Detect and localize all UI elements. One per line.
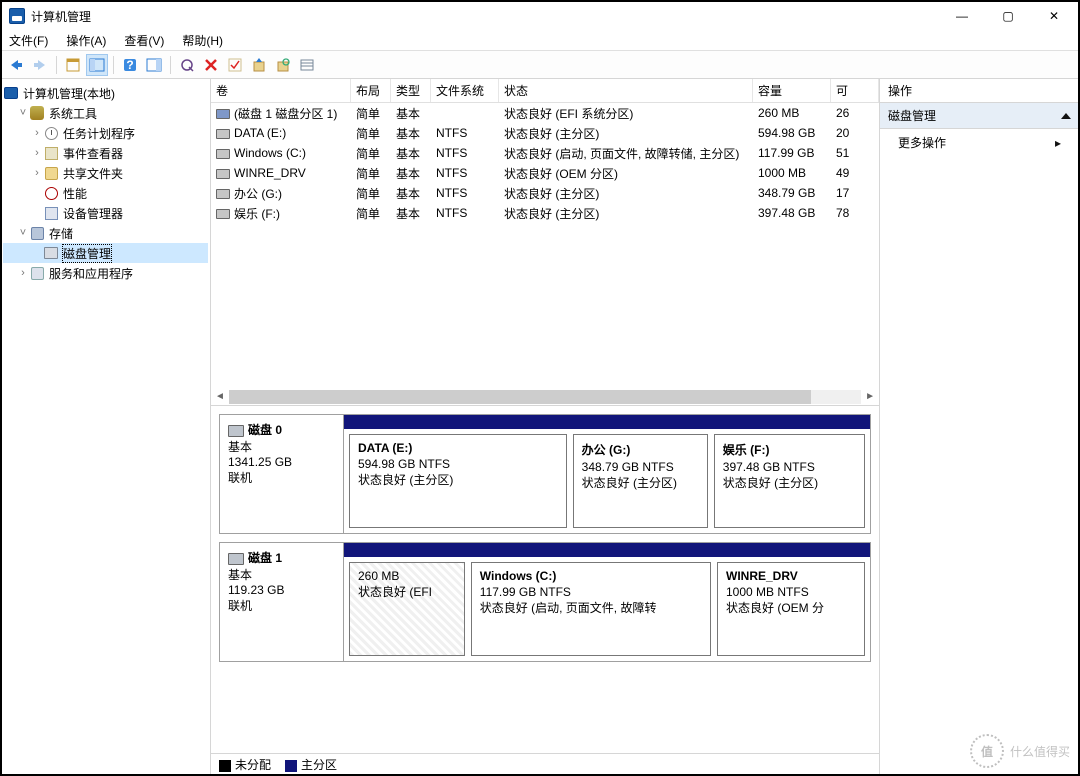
- toolbar: ?: [1, 51, 1079, 79]
- menu-action[interactable]: 操作(A): [64, 31, 108, 50]
- actions-header: 操作: [880, 79, 1079, 103]
- volume-list: 卷 布局 类型 文件系统 状态 容量 可 (磁盘 1 磁盘分区 1)简单基本状态…: [211, 79, 879, 406]
- expand-icon[interactable]: ›: [31, 167, 43, 179]
- tree-root[interactable]: 计算机管理(本地): [3, 83, 208, 103]
- watermark: 值什么值得买: [970, 734, 1070, 768]
- partition-cell[interactable]: 办公 (G:)348.79 GB NTFS状态良好 (主分区): [573, 434, 708, 528]
- volume-icon: [216, 129, 230, 139]
- collapse-icon[interactable]: ˅: [17, 227, 29, 239]
- collapse-icon: [1061, 113, 1071, 119]
- action-1-button[interactable]: [176, 54, 198, 76]
- col-capacity: 容量: [753, 79, 831, 102]
- check-button[interactable]: [224, 54, 246, 76]
- disk-icon: [228, 553, 244, 565]
- close-button[interactable]: ✕: [1031, 1, 1077, 31]
- tree-performance[interactable]: 性能: [3, 183, 208, 203]
- tree-shared-folders[interactable]: ›共享文件夹: [3, 163, 208, 183]
- volume-icon: [216, 109, 230, 119]
- scroll-right-icon[interactable]: ►: [865, 391, 875, 402]
- volume-icon: [216, 209, 230, 219]
- disk-icon: [228, 425, 244, 437]
- volume-row[interactable]: Windows (C:)简单基本NTFS状态良好 (启动, 页面文件, 故障转储…: [211, 143, 879, 163]
- disk-info: 磁盘 0基本1341.25 GB联机: [220, 415, 344, 533]
- tree-device-manager[interactable]: 设备管理器: [3, 203, 208, 223]
- nav-back-button[interactable]: [5, 54, 27, 76]
- tree-task-scheduler[interactable]: ›任务计划程序: [3, 123, 208, 143]
- show-hide-tree-button[interactable]: [62, 54, 84, 76]
- minimize-button[interactable]: —: [939, 1, 985, 31]
- actions-more[interactable]: 更多操作▸: [880, 129, 1079, 156]
- settings-mode-button[interactable]: [143, 54, 165, 76]
- actions-pane: 操作 磁盘管理 更多操作▸: [879, 79, 1079, 775]
- legend-unallocated-swatch: [219, 760, 231, 772]
- legend-unallocated-label: 未分配: [235, 758, 271, 772]
- col-volume: 卷: [211, 79, 351, 102]
- action-2-button[interactable]: [248, 54, 270, 76]
- expand-icon[interactable]: ›: [31, 147, 43, 159]
- volume-icon: [216, 189, 230, 199]
- nav-forward-button[interactable]: [29, 54, 51, 76]
- volume-list-header[interactable]: 卷 布局 类型 文件系统 状态 容量 可: [211, 79, 879, 103]
- window-title: 计算机管理: [31, 8, 939, 25]
- tree-system-tools[interactable]: ˅系统工具: [3, 103, 208, 123]
- volume-icon: [216, 149, 230, 159]
- expand-icon[interactable]: ›: [17, 267, 29, 279]
- menu-file[interactable]: 文件(F): [7, 31, 50, 50]
- menu-help[interactable]: 帮助(H): [180, 31, 225, 50]
- actions-section[interactable]: 磁盘管理: [880, 103, 1079, 129]
- legend-primary-label: 主分区: [301, 758, 337, 772]
- tree-event-viewer[interactable]: ›事件查看器: [3, 143, 208, 163]
- col-layout: 布局: [351, 79, 391, 102]
- action-3-button[interactable]: [272, 54, 294, 76]
- app-icon: [9, 8, 25, 24]
- menu-bar: 文件(F) 操作(A) 查看(V) 帮助(H): [1, 31, 1079, 51]
- navigation-tree[interactable]: 计算机管理(本地) ˅系统工具 ›任务计划程序 ›事件查看器 ›共享文件夹 性能…: [1, 79, 211, 775]
- expand-icon[interactable]: ›: [31, 127, 43, 139]
- volume-row[interactable]: (磁盘 1 磁盘分区 1)简单基本状态良好 (EFI 系统分区)260 MB26: [211, 103, 879, 123]
- partition-cell[interactable]: 娱乐 (F:)397.48 GB NTFS状态良好 (主分区): [714, 434, 865, 528]
- delete-button[interactable]: [200, 54, 222, 76]
- partition-cell[interactable]: 260 MB状态良好 (EFI: [349, 562, 465, 656]
- tree-services-apps[interactable]: ›服务和应用程序: [3, 263, 208, 283]
- maximize-button[interactable]: ▢: [985, 1, 1031, 31]
- tree-storage[interactable]: ˅存储: [3, 223, 208, 243]
- disk-block[interactable]: 磁盘 1基本119.23 GB联机260 MB状态良好 (EFIWindows …: [219, 542, 871, 662]
- volume-icon: [216, 169, 230, 179]
- help-button[interactable]: ?: [119, 54, 141, 76]
- tree-disk-management[interactable]: 磁盘管理: [3, 243, 208, 263]
- horizontal-scrollbar[interactable]: ◄ ►: [211, 388, 879, 405]
- svg-text:?: ?: [126, 58, 133, 72]
- partition-cell[interactable]: Windows (C:)117.99 GB NTFS状态良好 (启动, 页面文件…: [471, 562, 711, 656]
- title-bar: 计算机管理 — ▢ ✕: [1, 1, 1079, 31]
- chevron-right-icon: ▸: [1055, 136, 1061, 150]
- legend: 未分配 主分区: [211, 753, 879, 775]
- disk-diagram-panel: 磁盘 0基本1341.25 GB联机DATA (E:)594.98 GB NTF…: [211, 406, 879, 753]
- disk-block[interactable]: 磁盘 0基本1341.25 GB联机DATA (E:)594.98 GB NTF…: [219, 414, 871, 534]
- partition-cell[interactable]: DATA (E:)594.98 GB NTFS状态良好 (主分区): [349, 434, 567, 528]
- disk-info: 磁盘 1基本119.23 GB联机: [220, 543, 344, 661]
- volume-row[interactable]: 办公 (G:)简单基本NTFS状态良好 (主分区)348.79 GB17: [211, 183, 879, 203]
- volume-row[interactable]: DATA (E:)简单基本NTFS状态良好 (主分区)594.98 GB20: [211, 123, 879, 143]
- volume-row[interactable]: 娱乐 (F:)简单基本NTFS状态良好 (主分区)397.48 GB78: [211, 203, 879, 223]
- scroll-left-icon[interactable]: ◄: [215, 391, 225, 402]
- partition-cell[interactable]: WINRE_DRV1000 MB NTFS状态良好 (OEM 分: [717, 562, 865, 656]
- menu-view[interactable]: 查看(V): [122, 31, 166, 50]
- volume-row[interactable]: WINRE_DRV简单基本NTFS状态良好 (OEM 分区)1000 MB49: [211, 163, 879, 183]
- legend-primary-swatch: [285, 760, 297, 772]
- col-status: 状态: [499, 79, 753, 102]
- col-free: 可: [831, 79, 879, 102]
- col-type: 类型: [391, 79, 431, 102]
- panel-view-button[interactable]: [86, 54, 108, 76]
- collapse-icon[interactable]: ˅: [17, 107, 29, 119]
- col-fs: 文件系统: [431, 79, 499, 102]
- list-button[interactable]: [296, 54, 318, 76]
